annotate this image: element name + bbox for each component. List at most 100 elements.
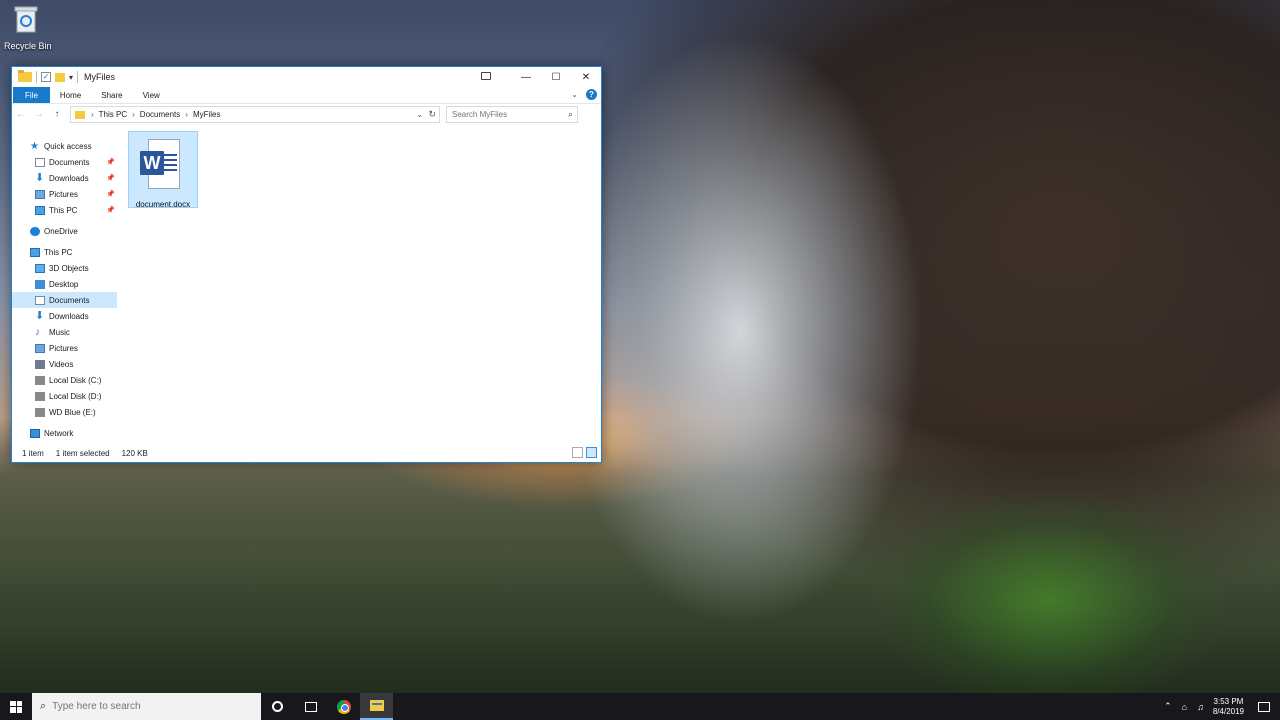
folder-icon bbox=[75, 110, 85, 119]
nav-documents[interactable]: Documents bbox=[12, 292, 117, 308]
pin-icon: 📌 bbox=[106, 191, 115, 198]
action-center-icon[interactable] bbox=[1258, 701, 1270, 712]
network-icon bbox=[30, 428, 40, 438]
close-button[interactable]: ✕ bbox=[571, 67, 601, 87]
selection-count: 1 item selected bbox=[55, 448, 110, 458]
divider bbox=[36, 71, 37, 83]
nav-desktop[interactable]: Desktop bbox=[12, 276, 117, 292]
breadcrumb-documents[interactable]: Documents bbox=[140, 110, 180, 119]
nav-quick-documents[interactable]: Documents 📌 bbox=[12, 154, 117, 170]
task-view-button[interactable] bbox=[294, 693, 327, 720]
breadcrumb-this-pc[interactable]: This PC bbox=[99, 110, 127, 119]
search-box[interactable]: ⌕ bbox=[446, 106, 578, 123]
windows-logo-icon bbox=[10, 700, 22, 713]
nav-quick-this-pc[interactable]: This PC 📌 bbox=[12, 202, 117, 218]
chevron-right-icon: › bbox=[91, 110, 94, 119]
refresh-icon[interactable]: ↻ bbox=[428, 109, 436, 120]
network-tray-icon[interactable]: ⌂ bbox=[1182, 702, 1187, 712]
expand-ribbon-icon[interactable]: ⌄ bbox=[571, 90, 578, 99]
minimize-button[interactable]: — bbox=[511, 67, 541, 87]
computer-icon bbox=[35, 205, 45, 215]
start-button[interactable] bbox=[0, 693, 32, 720]
selection-size: 120 KB bbox=[121, 448, 148, 458]
cortana-button[interactable] bbox=[261, 693, 294, 720]
nav-onedrive[interactable]: OneDrive bbox=[12, 223, 117, 239]
window-title: MyFiles bbox=[84, 72, 116, 82]
search-input[interactable] bbox=[452, 110, 562, 119]
forward-button[interactable]: → bbox=[30, 109, 48, 120]
nav-pictures[interactable]: Pictures bbox=[12, 340, 117, 356]
clock[interactable]: 3:53 PM 8/4/2019 bbox=[1213, 697, 1244, 717]
tab-view[interactable]: View bbox=[133, 87, 170, 103]
volume-icon[interactable]: ♫ bbox=[1197, 702, 1204, 712]
tab-home[interactable]: Home bbox=[50, 87, 91, 103]
nav-videos[interactable]: Videos bbox=[12, 356, 117, 372]
file-item[interactable]: W document.docx bbox=[128, 131, 198, 209]
taskbar-search-input[interactable] bbox=[52, 701, 243, 712]
documents-icon bbox=[35, 295, 45, 305]
item-count: 1 item bbox=[22, 448, 44, 458]
nav-network[interactable]: Network bbox=[12, 425, 117, 441]
drive-icon bbox=[35, 407, 45, 417]
back-button[interactable]: ← bbox=[12, 109, 30, 120]
task-view-icon bbox=[304, 701, 317, 712]
ribbon-tabs: File Home Share View ⌄ ? bbox=[12, 87, 601, 103]
breadcrumb-myfiles[interactable]: MyFiles bbox=[193, 110, 221, 119]
folder-icon bbox=[18, 70, 32, 82]
cast-icon[interactable] bbox=[481, 72, 491, 80]
nav-3d-objects[interactable]: 3D Objects bbox=[12, 260, 117, 276]
properties-icon[interactable]: ✓ bbox=[41, 72, 51, 82]
help-icon[interactable]: ? bbox=[586, 89, 597, 100]
file-explorer-icon bbox=[369, 700, 384, 711]
search-icon: ⌕ bbox=[40, 700, 47, 712]
file-explorer-taskbar-button[interactable] bbox=[360, 693, 393, 720]
file-explorer-window: ✓ ▾ MyFiles — ☐ ✕ File Home Share View ⌄… bbox=[11, 66, 602, 463]
pin-icon: 📌 bbox=[106, 159, 115, 166]
download-icon: ⬇ bbox=[35, 309, 45, 322]
desktop-icon bbox=[35, 279, 45, 289]
status-bar: 1 item 1 item selected 120 KB bbox=[12, 444, 601, 462]
chrome-taskbar-button[interactable] bbox=[327, 693, 360, 720]
details-view-icon[interactable] bbox=[572, 447, 583, 458]
nav-quick-downloads[interactable]: ⬇ Downloads 📌 bbox=[12, 170, 117, 186]
nav-music[interactable]: ♪ Music bbox=[12, 324, 117, 340]
chevron-right-icon[interactable]: › bbox=[185, 110, 188, 119]
tab-file[interactable]: File bbox=[13, 87, 50, 103]
nav-this-pc[interactable]: This PC bbox=[12, 244, 117, 260]
computer-icon bbox=[30, 247, 40, 257]
search-icon: ⌕ bbox=[567, 109, 573, 119]
pictures-icon bbox=[35, 343, 45, 353]
mouse-cursor-icon bbox=[177, 229, 193, 245]
title-bar[interactable]: ✓ ▾ MyFiles — ☐ ✕ bbox=[12, 67, 601, 87]
file-list-area[interactable]: W document.docx bbox=[117, 126, 601, 444]
chevron-right-icon[interactable]: › bbox=[132, 110, 135, 119]
nav-local-disk-d[interactable]: Local Disk (D:) bbox=[12, 388, 117, 404]
nav-local-disk-c[interactable]: Local Disk (C:) bbox=[12, 372, 117, 388]
file-name: document.docx bbox=[135, 200, 191, 209]
large-icons-view-icon[interactable] bbox=[586, 447, 597, 458]
pin-icon: 📌 bbox=[106, 207, 115, 214]
quick-access-toolbar: ✓ ▾ bbox=[18, 70, 79, 83]
show-hidden-icons-icon[interactable]: ⌃ bbox=[1164, 701, 1172, 712]
recycle-bin-icon bbox=[14, 6, 38, 33]
up-button[interactable]: ↑ bbox=[48, 109, 66, 120]
recent-locations-dropdown-icon[interactable]: ⌄ bbox=[416, 110, 423, 119]
clock-date: 8/4/2019 bbox=[1212, 706, 1244, 716]
address-bar[interactable]: › This PC › Documents › MyFiles ⌄ ↻ bbox=[70, 106, 440, 123]
recycle-bin-label: Recycle Bin bbox=[4, 41, 52, 51]
taskbar-search-box[interactable]: ⌕ bbox=[32, 693, 261, 720]
customize-dropdown-icon[interactable]: ▾ bbox=[69, 73, 73, 82]
video-icon bbox=[35, 359, 45, 369]
nav-wd-blue-e[interactable]: WD Blue (E:) bbox=[12, 404, 117, 420]
maximize-button[interactable]: ☐ bbox=[541, 67, 571, 87]
new-folder-icon[interactable] bbox=[55, 72, 65, 82]
music-note-icon: ♪ bbox=[35, 326, 40, 338]
nav-downloads[interactable]: ⬇ Downloads bbox=[12, 308, 117, 324]
tab-share[interactable]: Share bbox=[91, 87, 132, 103]
cortana-icon bbox=[272, 701, 283, 712]
nav-quick-access[interactable]: ★ Quick access bbox=[12, 138, 117, 154]
pictures-icon bbox=[35, 189, 45, 199]
drive-icon bbox=[35, 391, 45, 401]
nav-quick-pictures[interactable]: Pictures 📌 bbox=[12, 186, 117, 202]
recycle-bin-desktop-icon[interactable]: Recycle Bin bbox=[4, 4, 52, 51]
